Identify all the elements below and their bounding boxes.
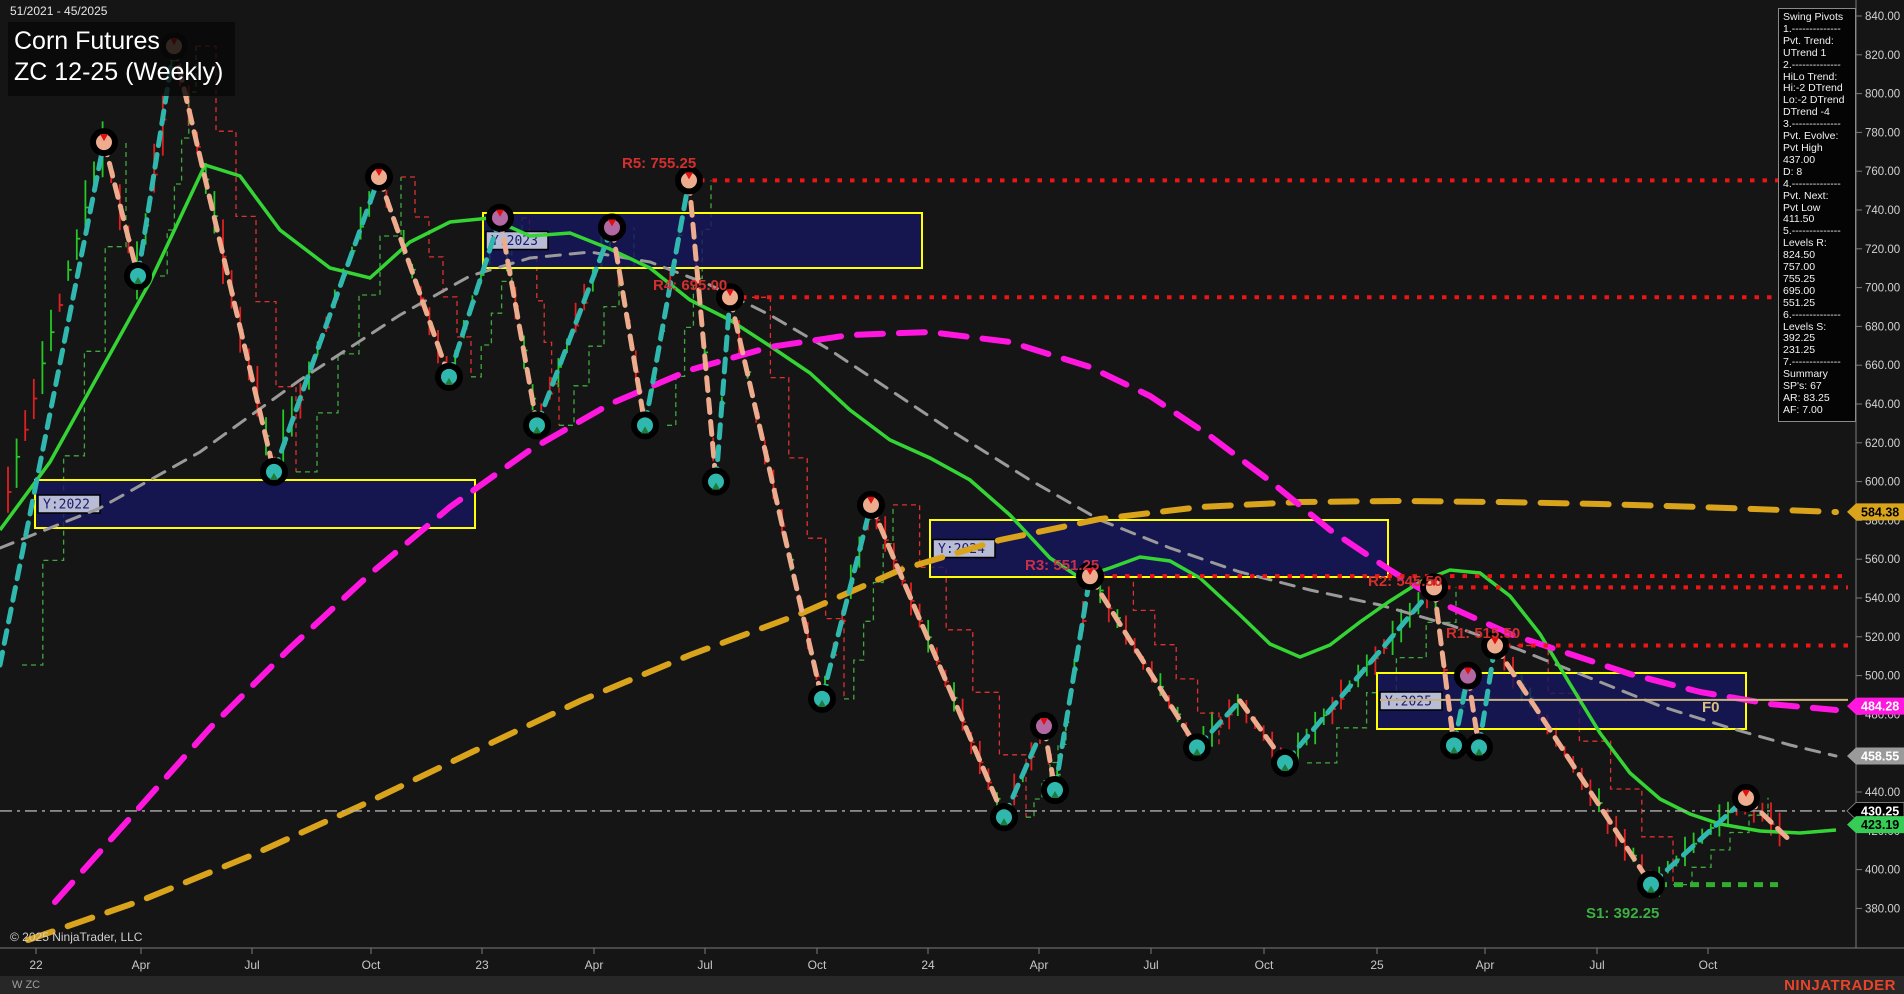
price-tick-label: 640.00 (1865, 399, 1900, 411)
stop-step-down (752, 296, 845, 699)
zigzag-up-segment (271, 174, 382, 475)
zigzag-up-segment (819, 502, 874, 702)
level-label-r4: R4: 695.00 (653, 277, 727, 294)
year-box-label: Y:2025 (1385, 695, 1432, 710)
time-tick-label: Oct (808, 958, 827, 972)
level-label-s1: S1: 392.25 (1586, 905, 1659, 922)
zigzag-up-segment (1001, 723, 1047, 820)
moving-averages (0, 162, 1839, 943)
copyright-text: © 2025 NinjaTrader, LLC (10, 930, 143, 944)
time-tick-label: Apr (585, 958, 604, 972)
instrument-badge: W ZC (12, 979, 41, 991)
swing-pivots-panel-line: Pvt. Trend: (1783, 34, 1834, 47)
price-tick-label: 380.00 (1865, 903, 1900, 915)
price-tick-label: 740.00 (1865, 205, 1900, 217)
time-tick-label: Apr (1030, 958, 1049, 972)
chart-title-block: Corn Futures ZC 12-25 (Weekly) (8, 22, 236, 96)
time-tick-label: Oct (362, 958, 381, 972)
time-tick-label: Jul (697, 958, 712, 972)
time-tick-label: 25 (1370, 958, 1384, 972)
contract-label: ZC 12-25 (Weekly) (14, 58, 224, 86)
swing-pivots-panel-line: 437.00 (1783, 153, 1816, 166)
price-tick-label: 700.00 (1865, 283, 1900, 295)
support-resistance-lines (0, 178, 1848, 888)
time-axis[interactable]: 22 Apr Jul Oct 23 Apr Jul Oct 24 Apr Jul Oct 25 Apr Ju… (0, 947, 1904, 972)
zigzag-up-segment (0, 139, 107, 668)
ninjatrader-chart-window: Y:2022 Y:2023 Y:2024 Y:2025 R5: 755.25 R4: 6… (0, 0, 1904, 994)
year-box (482, 212, 923, 269)
swing-pivots-panel: Swing Pivots 1.-------------- Pvt. Trend: U… (1778, 8, 1856, 422)
pivot-markers (90, 32, 1760, 899)
time-tick-label: Jul (1143, 958, 1158, 972)
time-tick-label: 22 (29, 958, 43, 972)
time-tick-label: 23 (475, 958, 489, 972)
year-box-label: Y:2022 (43, 498, 90, 513)
ninjatrader-logo: NINJATRADER (1784, 977, 1896, 994)
time-tick-label: Apr (132, 958, 151, 972)
price-tag-label: 423.19 (1861, 818, 1899, 832)
time-tick-label: Jul (244, 958, 259, 972)
zigzag-up-segment (1052, 573, 1093, 793)
price-tick-label: 440.00 (1865, 787, 1900, 799)
status-bar: W ZC NINJATRADER (0, 976, 1904, 994)
price-tick-label: 720.00 (1865, 244, 1900, 256)
zigzag-up-segment (713, 294, 733, 485)
swing-pivots-panel-line: 695.00 (1783, 284, 1816, 297)
swing-pivots-panel-line: D: 8 (1783, 165, 1803, 178)
swing-pivots-panel-line: AF: 7.00 (1783, 403, 1823, 416)
time-tick-label: Oct (1255, 958, 1274, 972)
stop-step-down (1112, 575, 1220, 748)
time-tick-label: Oct (1699, 958, 1718, 972)
price-tick-label: 820.00 (1865, 50, 1900, 62)
level-label-r1: R1: 515.50 (1446, 625, 1520, 642)
price-tag-label: 584.38 (1861, 505, 1899, 519)
price-tick-label: 560.00 (1865, 554, 1900, 566)
level-label-r2: R2: 545.50 (1368, 573, 1442, 590)
zigzag-down-segment (376, 174, 452, 380)
stop-step-down (196, 45, 297, 472)
price-tag-label: 458.55 (1861, 750, 1899, 764)
swing-pivots-panel-line: 6.-------------- (1783, 308, 1841, 321)
zigzag-up-segment (1648, 795, 1749, 888)
price-tick-label: 400.00 (1865, 865, 1900, 877)
swing-pivots-panel-line: 2.-------------- (1783, 58, 1841, 71)
date-range-label: 51/2021 - 45/2025 (10, 4, 108, 18)
zigzag-down-segment (1087, 573, 1200, 750)
zigzag-down-segment (101, 139, 141, 279)
price-tag-label: 484.28 (1861, 700, 1899, 714)
price-tick-label: 540.00 (1865, 593, 1900, 605)
price-tick-label: 800.00 (1865, 89, 1900, 101)
price-tick-label: 780.00 (1865, 127, 1900, 139)
price-tick-label: 500.00 (1865, 671, 1900, 683)
price-tick-label: 680.00 (1865, 321, 1900, 333)
time-tick-label: 24 (921, 958, 935, 972)
stop-step-up (22, 142, 127, 666)
level-label-f0: F0 (1702, 699, 1720, 716)
time-tick-label: Jul (1589, 958, 1604, 972)
price-tick-label: 660.00 (1865, 360, 1900, 372)
time-tick-label: Apr (1476, 958, 1495, 972)
year-box (929, 519, 1389, 578)
price-tick-label: 760.00 (1865, 166, 1900, 178)
swing-pivots-panel-line: 551.25 (1783, 296, 1816, 309)
swing-pivots-panel-line: 4.-------------- (1783, 177, 1841, 190)
instrument-name: Corn Futures (14, 27, 160, 55)
price-tick-label: 620.00 (1865, 438, 1900, 450)
swing-pivots-panel-line: UTrend 1 (1783, 46, 1827, 59)
price-tick-label: 600.00 (1865, 477, 1900, 489)
price-tick-label: 840.00 (1865, 11, 1900, 23)
swing-pivots-panel-line: Pvt. Next: (1783, 189, 1829, 202)
ma-magenta-dashed (52, 328, 1839, 905)
zigzag-down-segment (171, 43, 277, 475)
level-label-r3: R3: 551.25 (1025, 557, 1099, 574)
year-box (34, 479, 476, 529)
price-tick-label: 520.00 (1865, 632, 1900, 644)
price-chart-canvas[interactable]: Y:2022Y:2023Y:2024Y:2025 R5: 755.25R4: 6… (0, 0, 1904, 994)
level-label-r5: R5: 755.25 (622, 155, 696, 172)
